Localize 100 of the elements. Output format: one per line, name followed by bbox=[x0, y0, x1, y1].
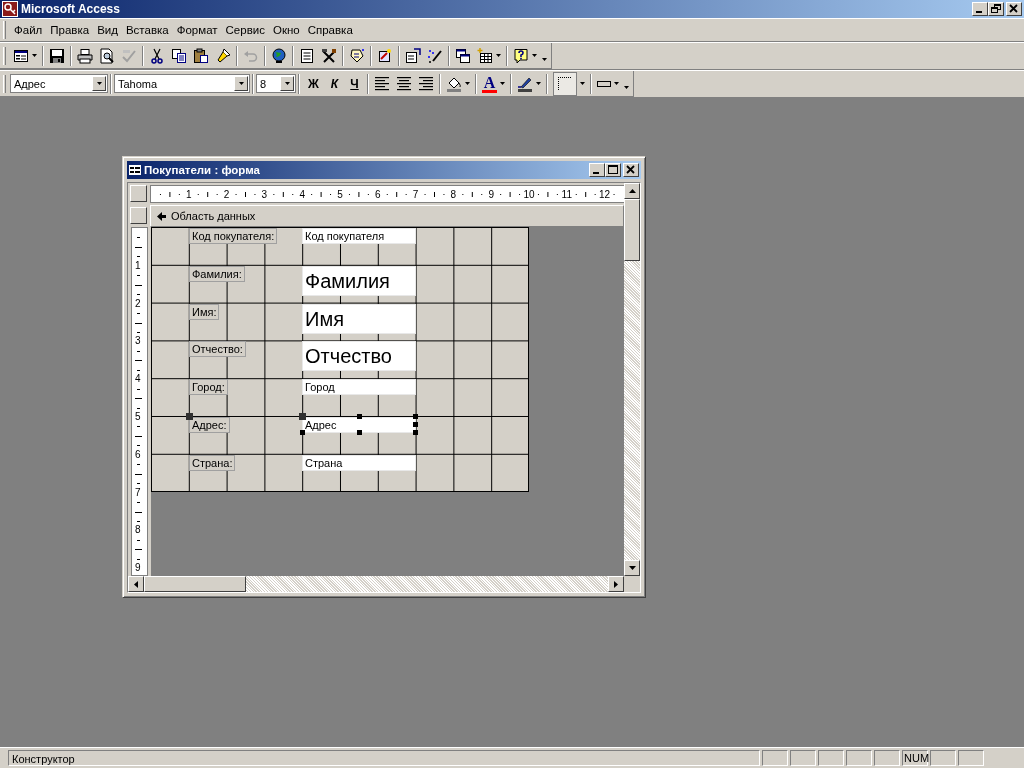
help-icon[interactable] bbox=[513, 47, 529, 64]
horizontal-scrollbar[interactable] bbox=[128, 576, 624, 592]
status-panel bbox=[958, 750, 984, 766]
field-label[interactable]: Отчество: bbox=[189, 341, 246, 358]
copy-icon[interactable] bbox=[171, 47, 187, 64]
text-box-control[interactable]: Адрес bbox=[302, 417, 416, 433]
dropdown-arrow-icon[interactable] bbox=[32, 54, 37, 57]
field-list-icon[interactable] bbox=[299, 47, 315, 64]
ruler-number: 6 bbox=[135, 447, 141, 461]
underline-button[interactable]: Ч bbox=[344, 73, 365, 94]
align-center-icon[interactable] bbox=[395, 75, 412, 92]
menu-item[interactable]: Сервис bbox=[221, 24, 269, 36]
scroll-thumb[interactable] bbox=[624, 199, 640, 261]
font-size-combo[interactable]: 8 bbox=[256, 74, 296, 93]
section-marker-icon bbox=[157, 211, 167, 221]
paste-icon[interactable] bbox=[193, 47, 209, 64]
resize-handle[interactable] bbox=[357, 414, 363, 419]
font-combo[interactable]: Tahoma bbox=[114, 74, 250, 93]
text-box-control[interactable]: Город bbox=[302, 379, 416, 396]
field-label[interactable]: Код покупателя: bbox=[189, 228, 278, 244]
status-panel bbox=[818, 750, 844, 766]
dropdown-arrow-icon[interactable] bbox=[500, 82, 506, 85]
ruler-number: 12 bbox=[599, 188, 611, 201]
toolbar-options-icon[interactable] bbox=[624, 86, 630, 89]
resize-handle[interactable] bbox=[357, 430, 363, 435]
fill-color-icon[interactable] bbox=[445, 75, 462, 92]
ruler-number: 9 bbox=[488, 188, 494, 201]
align-right-icon[interactable] bbox=[417, 75, 434, 92]
italic-button[interactable]: К bbox=[324, 73, 345, 94]
toolbox-icon[interactable] bbox=[321, 47, 337, 64]
scroll-left-button[interactable] bbox=[128, 576, 144, 592]
form-view-icon[interactable] bbox=[13, 47, 29, 64]
globe-icon[interactable] bbox=[271, 47, 287, 64]
menu-item[interactable]: Вставка bbox=[121, 24, 173, 36]
ruler-number: 5 bbox=[135, 410, 141, 423]
ruler-number: 2 bbox=[223, 188, 230, 201]
text-box-control[interactable]: Фамилия bbox=[302, 265, 416, 296]
ruler-number: 10 bbox=[523, 188, 535, 201]
menu-item[interactable]: Правка bbox=[46, 24, 94, 36]
left-arrow-icon[interactable] bbox=[134, 580, 138, 588]
status-panel bbox=[762, 750, 788, 766]
down-arrow-icon[interactable] bbox=[628, 566, 636, 570]
scroll-up-button[interactable] bbox=[624, 183, 640, 199]
status-panel bbox=[846, 750, 872, 766]
object-combo[interactable]: Адрес bbox=[10, 74, 108, 93]
dropdown-arrow-icon[interactable] bbox=[496, 54, 501, 57]
menu-item[interactable]: Справка bbox=[303, 24, 357, 36]
ruler-number: 3 bbox=[261, 188, 268, 201]
field-label[interactable]: Адрес: bbox=[189, 417, 230, 433]
window-title: Microsoft Access bbox=[21, 2, 120, 16]
text-box-control[interactable]: Отчество bbox=[302, 341, 416, 372]
autoformat-icon[interactable] bbox=[349, 47, 365, 64]
font-color-button[interactable]: A bbox=[481, 74, 498, 93]
new-object-icon[interactable] bbox=[477, 47, 493, 64]
format-painter-icon[interactable] bbox=[215, 47, 231, 64]
bold-button[interactable]: Ж bbox=[302, 73, 325, 94]
section-header[interactable]: Область данных bbox=[150, 205, 624, 227]
text-box-control[interactable]: Имя bbox=[302, 303, 416, 334]
field-label[interactable]: Город: bbox=[189, 379, 228, 396]
dropdown-arrow-icon[interactable] bbox=[536, 82, 542, 85]
vertical-scrollbar[interactable] bbox=[624, 183, 640, 592]
scroll-thumb[interactable] bbox=[144, 576, 246, 592]
form-selector[interactable] bbox=[130, 185, 147, 202]
ruler-number: 1 bbox=[186, 188, 192, 201]
right-arrow-icon[interactable] bbox=[614, 580, 618, 588]
menu-item[interactable]: Окно bbox=[268, 24, 304, 36]
move-handle[interactable] bbox=[185, 413, 193, 420]
cut-icon[interactable] bbox=[149, 47, 165, 64]
section-selector[interactable] bbox=[130, 207, 147, 224]
menu-item[interactable]: Файл bbox=[10, 24, 47, 36]
properties-icon[interactable] bbox=[405, 47, 421, 64]
up-arrow-icon[interactable] bbox=[628, 189, 636, 193]
print-icon[interactable] bbox=[77, 47, 93, 64]
ruler-number: 7 bbox=[135, 485, 141, 499]
line-width-icon[interactable] bbox=[597, 80, 612, 87]
toolbar-options-icon[interactable] bbox=[542, 58, 547, 61]
status-indicator: NUM bbox=[902, 750, 928, 766]
scroll-down-button[interactable] bbox=[624, 560, 640, 576]
save-icon[interactable] bbox=[49, 47, 65, 64]
dropdown-arrow-icon[interactable] bbox=[464, 82, 470, 85]
resize-handle[interactable] bbox=[300, 430, 306, 435]
wand-icon[interactable] bbox=[427, 47, 443, 64]
scroll-right-button[interactable] bbox=[608, 576, 624, 592]
code-icon[interactable] bbox=[377, 47, 393, 64]
ruler-number: 4 bbox=[299, 188, 305, 201]
dropdown-arrow-icon[interactable] bbox=[532, 54, 537, 57]
database-window-icon[interactable] bbox=[455, 47, 471, 64]
move-handle[interactable] bbox=[299, 413, 307, 420]
spelling-check-icon[interactable] bbox=[121, 47, 137, 64]
dropdown-arrow-icon[interactable] bbox=[580, 82, 586, 85]
ruler-number: 2 bbox=[135, 296, 141, 310]
align-left-icon[interactable] bbox=[373, 75, 390, 92]
form-icon bbox=[129, 165, 141, 175]
print-preview-icon[interactable] bbox=[99, 47, 115, 64]
border-style-icon[interactable] bbox=[553, 71, 578, 96]
line-color-icon[interactable] bbox=[517, 75, 534, 92]
menu-item[interactable]: Формат bbox=[172, 24, 222, 36]
text-box-control[interactable]: Код покупателя bbox=[302, 228, 416, 244]
menu-item[interactable]: Вид bbox=[93, 24, 122, 36]
dropdown-arrow-icon[interactable] bbox=[614, 82, 620, 85]
